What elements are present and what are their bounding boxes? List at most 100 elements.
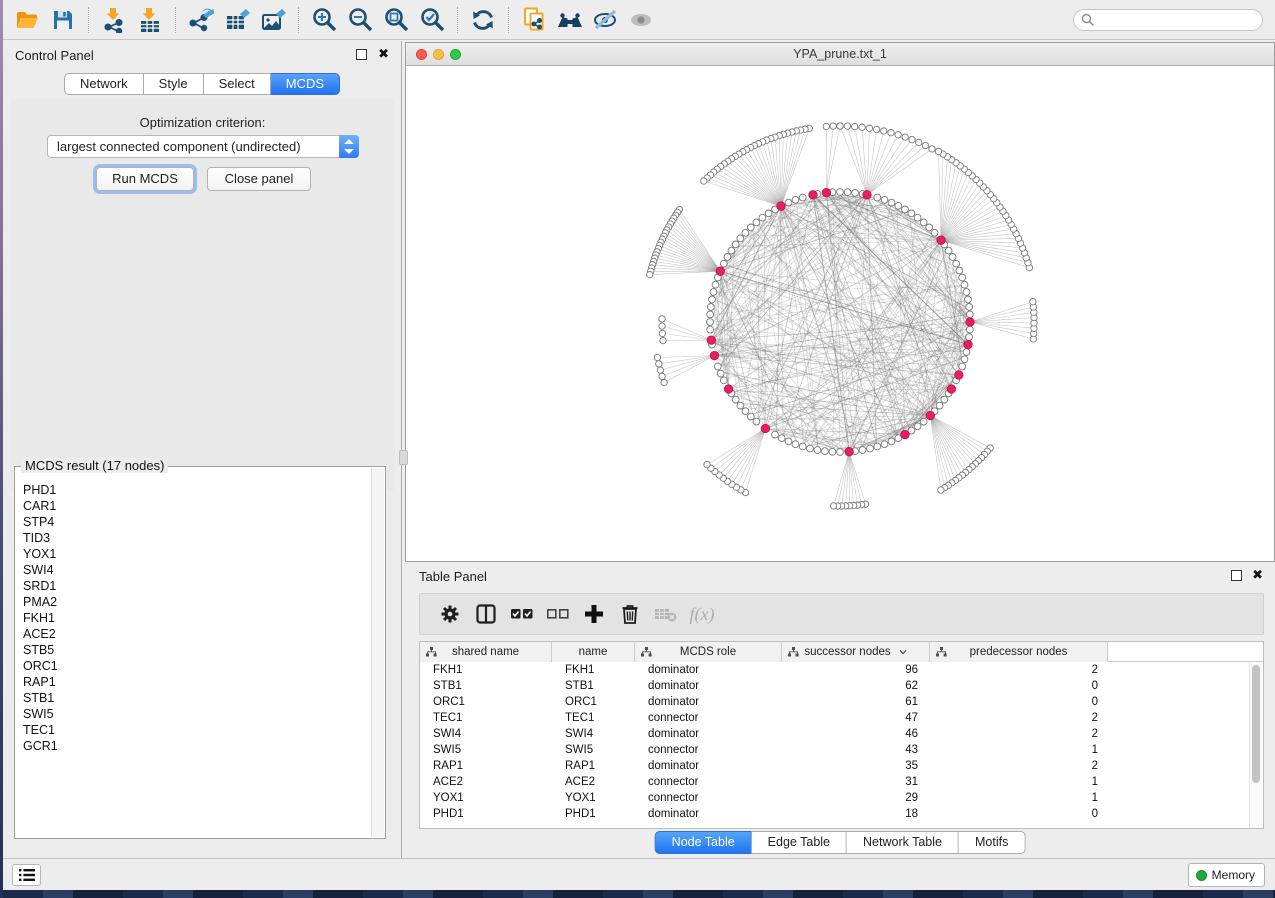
column-header-name[interactable]: name — [552, 642, 635, 662]
table-cell-mcds_role: dominator — [635, 678, 782, 694]
mcds-result-list[interactable]: PHD1CAR1STP4TID3YOX1SWI4SRD1PMA2FKH1ACE2… — [16, 477, 371, 837]
mcds-result-item[interactable]: PMA2 — [23, 594, 371, 610]
float-panel-icon[interactable] — [356, 49, 367, 60]
table-cell-predecessor_nodes: 1 — [930, 774, 1108, 790]
zoom-selected-button[interactable] — [414, 4, 450, 36]
mcds-result-item[interactable]: YOX1 — [23, 546, 371, 562]
close-panel-button[interactable]: Close panel — [207, 167, 311, 191]
select-all-icon — [510, 605, 534, 623]
tab-node-table[interactable]: Node Table — [655, 831, 752, 854]
table-row[interactable]: ACE2ACE2connector311 — [420, 774, 1263, 790]
export-image-button[interactable] — [255, 4, 291, 36]
table-cell-name: RAP1 — [552, 758, 635, 774]
export-table-button[interactable] — [219, 4, 255, 36]
fit-content-button[interactable] — [378, 4, 414, 36]
table-scrollbar-thumb[interactable] — [1252, 665, 1260, 783]
tab-edge-table[interactable]: Edge Table — [752, 831, 847, 854]
search-box[interactable] — [1073, 9, 1263, 31]
add-column-button[interactable] — [576, 597, 612, 631]
mcds-result-item[interactable]: RAP1 — [23, 674, 371, 690]
column-header-mcds_role[interactable]: MCDS role — [635, 642, 782, 662]
select-all-button[interactable] — [504, 597, 540, 631]
mcds-result-scrollbar[interactable] — [371, 468, 384, 837]
select-stepper-icon — [339, 135, 359, 158]
column-header-shared_name[interactable]: shared name — [420, 642, 552, 662]
open-file-button[interactable] — [9, 4, 45, 36]
panel-splitter-handle[interactable] — [399, 450, 408, 465]
close-panel-icon[interactable]: ✖ — [1252, 567, 1263, 583]
import-table-button[interactable] — [132, 4, 168, 36]
table-row[interactable]: PHD1PHD1dominator180 — [420, 806, 1263, 822]
close-panel-icon[interactable]: ✖ — [378, 46, 389, 62]
network-window-titlebar[interactable]: YPA_prune.txt_1 — [406, 43, 1274, 66]
column-label: MCDS role — [680, 646, 736, 658]
mcds-result-item[interactable]: SWI5 — [23, 706, 371, 722]
table-cell-successor_nodes: 18 — [782, 806, 930, 822]
search-input[interactable] — [1095, 13, 1250, 27]
mcds-result-item[interactable]: ORC1 — [23, 658, 371, 674]
hide-selected-button[interactable] — [588, 4, 624, 36]
first-neighbors-button[interactable] — [552, 4, 588, 36]
column-header-successor_nodes[interactable]: successor nodes — [782, 642, 930, 662]
control-panel-titlebar: Control Panel ✖ — [3, 41, 401, 69]
table-row[interactable]: ORC1ORC1dominator610 — [420, 694, 1263, 710]
tab-network[interactable]: Network — [64, 73, 144, 95]
zoom-out-button[interactable] — [342, 4, 378, 36]
export-network-button[interactable] — [183, 4, 219, 36]
control-panel-tabs: NetworkStyleSelectMCDS — [64, 73, 340, 95]
show-all-button[interactable] — [624, 4, 660, 36]
mcds-result-item[interactable]: STB5 — [23, 642, 371, 658]
split-panel-button[interactable] — [468, 597, 504, 631]
tab-style[interactable]: Style — [144, 73, 204, 95]
mcds-result-item[interactable]: CAR1 — [23, 498, 371, 514]
tab-select[interactable]: Select — [204, 73, 271, 95]
delete-column-button[interactable] — [612, 597, 648, 631]
table-row[interactable]: SWI5SWI5connector431 — [420, 742, 1263, 758]
mcds-result-item[interactable]: SWI4 — [23, 562, 371, 578]
fit-content-icon — [383, 6, 410, 33]
table-row[interactable]: STB1STB1dominator620 — [420, 678, 1263, 694]
clone-network-icon — [521, 6, 547, 33]
gear-icon — [439, 603, 461, 625]
memory-button[interactable]: Memory — [1188, 863, 1265, 887]
tab-network-table[interactable]: Network Table — [847, 831, 959, 854]
deselect-all-button[interactable] — [540, 597, 576, 631]
table-scrollbar[interactable] — [1249, 663, 1262, 827]
desktop-wallpaper-bottom — [3, 889, 1275, 898]
import-network-button[interactable] — [96, 4, 132, 36]
save-icon — [51, 8, 75, 32]
function-builder-button[interactable]: f(x) — [684, 597, 720, 631]
mcds-result-item[interactable]: FKH1 — [23, 610, 371, 626]
mcds-result-item[interactable]: STP4 — [23, 514, 371, 530]
tab-motifs[interactable]: Motifs — [959, 831, 1025, 854]
mcds-result-item[interactable]: TEC1 — [23, 722, 371, 738]
mcds-result-item[interactable]: SRD1 — [23, 578, 371, 594]
mcds-result-item[interactable]: ACE2 — [23, 626, 371, 642]
network-canvas[interactable] — [406, 66, 1274, 561]
show-panels-button[interactable] — [12, 864, 41, 886]
float-panel-icon[interactable] — [1231, 570, 1242, 581]
table-cell-name: ORC1 — [552, 694, 635, 710]
table-settings-button[interactable] — [432, 597, 468, 631]
optimization-criterion-select[interactable]: largest connected component (undirected) — [47, 135, 359, 158]
save-session-button[interactable] — [45, 4, 81, 36]
table-row[interactable]: FKH1FKH1dominator962 — [420, 662, 1263, 678]
mcds-result-item[interactable]: TID3 — [23, 530, 371, 546]
table-row[interactable]: YOX1YOX1connector291 — [420, 790, 1263, 806]
table-row[interactable]: TEC1TEC1connector472 — [420, 710, 1263, 726]
tab-mcds[interactable]: MCDS — [271, 73, 340, 95]
zoom-in-button[interactable] — [306, 4, 342, 36]
table-cell-mcds_role: connector — [635, 710, 782, 726]
mcds-result-item[interactable]: STB1 — [23, 690, 371, 706]
toolbar-separator — [508, 7, 509, 33]
table-cell-successor_nodes: 31 — [782, 774, 930, 790]
column-header-predecessor_nodes[interactable]: predecessor nodes — [930, 642, 1108, 662]
clone-network-button[interactable] — [516, 4, 552, 36]
table-row[interactable]: SWI4SWI4dominator462 — [420, 726, 1263, 742]
delete-table-button[interactable] — [648, 597, 684, 631]
table-row[interactable]: RAP1RAP1dominator352 — [420, 758, 1263, 774]
mcds-result-item[interactable]: PHD1 — [23, 482, 371, 498]
mcds-result-item[interactable]: GCR1 — [23, 738, 371, 754]
apply-layout-button[interactable] — [465, 4, 501, 36]
run-mcds-button[interactable]: Run MCDS — [96, 167, 194, 191]
